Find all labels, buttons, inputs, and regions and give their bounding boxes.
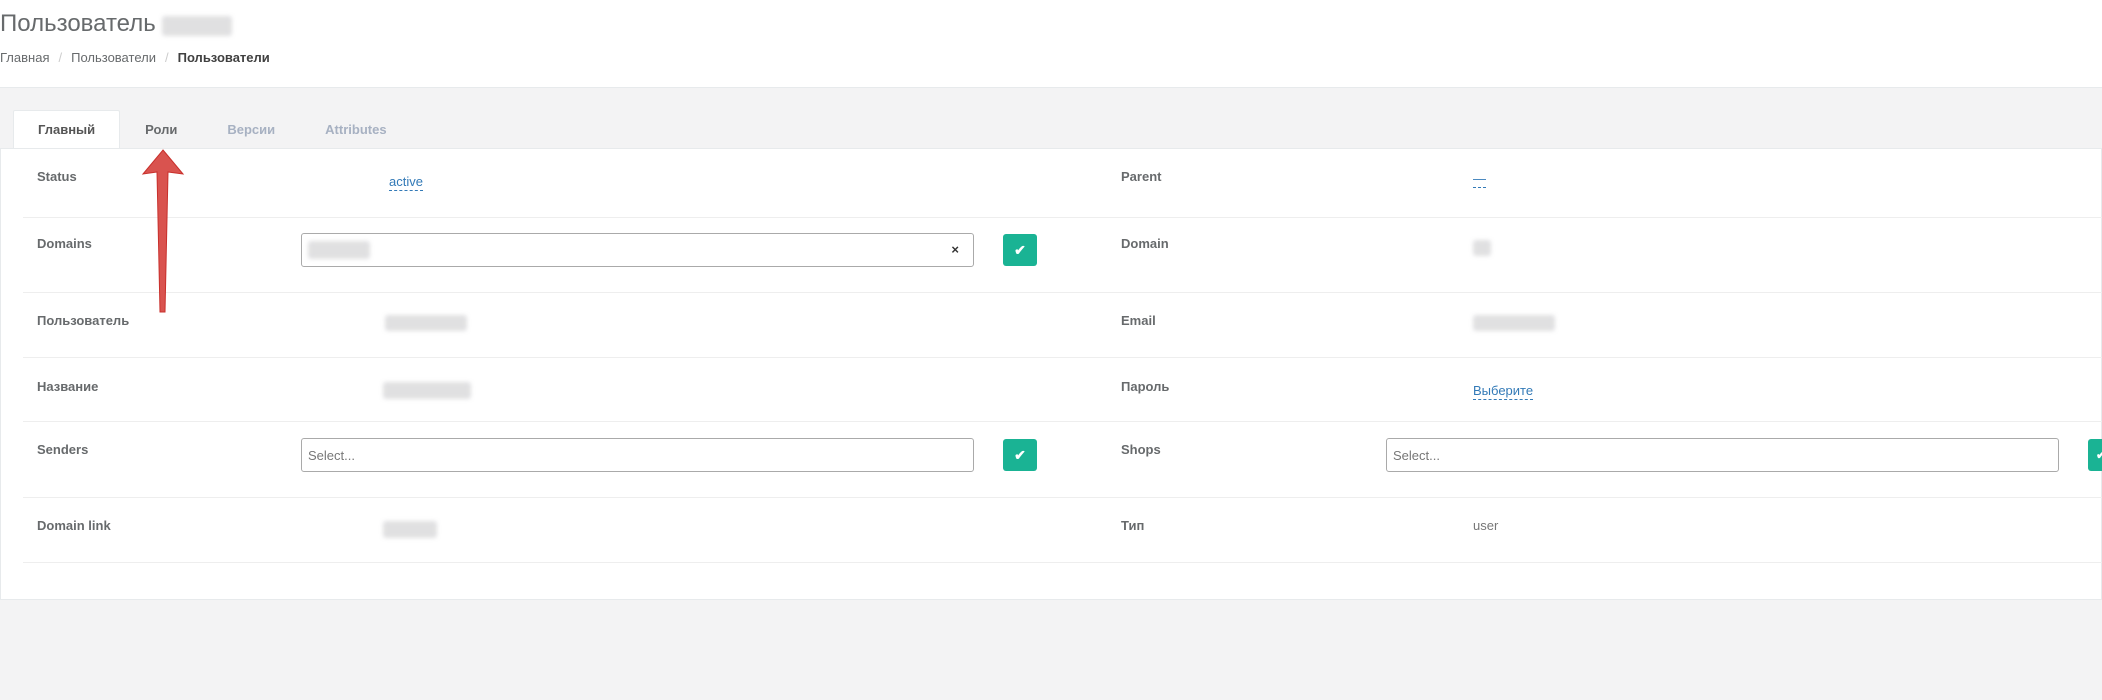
tab-versions[interactable]: Версии bbox=[202, 110, 300, 148]
tab-attributes[interactable]: Attributes bbox=[300, 110, 411, 148]
form-row-user: Пользователь Email bbox=[23, 293, 2102, 358]
status-label: Status bbox=[37, 169, 77, 184]
domains-select[interactable]: × bbox=[301, 233, 974, 267]
password-label: Пароль bbox=[1121, 379, 1170, 394]
redacted-domain-value bbox=[1473, 240, 1491, 256]
breadcrumb-users-link[interactable]: Пользователи bbox=[71, 50, 156, 65]
breadcrumb: Главная / Пользователи / Пользователи bbox=[0, 50, 270, 65]
form-row-name: Название Пароль Выберите bbox=[23, 358, 2102, 422]
senders-placeholder: Select... bbox=[308, 447, 355, 463]
tab-bar: Главный Роли Версии Attributes bbox=[13, 110, 412, 148]
shops-placeholder: Select... bbox=[1393, 447, 1440, 463]
form-row-domains: Domains × ✔ Domain bbox=[23, 218, 2102, 293]
domains-label: Domains bbox=[37, 236, 92, 251]
page-title: Пользователь bbox=[0, 10, 156, 37]
redacted-domain-chip bbox=[308, 241, 370, 259]
form-row-status: Status active Parent — bbox=[23, 149, 2102, 218]
password-select-link[interactable]: Выберите bbox=[1473, 383, 1534, 400]
type-label: Тип bbox=[1121, 518, 1145, 533]
tab-main[interactable]: Главный bbox=[13, 110, 121, 148]
domains-confirm-button[interactable]: ✔ bbox=[1003, 234, 1037, 266]
parent-label: Parent bbox=[1121, 169, 1162, 184]
check-icon: ✔ bbox=[2096, 448, 2102, 462]
breadcrumb-current: Пользователи bbox=[177, 50, 270, 65]
shops-label: Shops bbox=[1121, 442, 1161, 457]
status-value-link[interactable]: active bbox=[389, 174, 423, 191]
form-row-domain-link: Domain link Тип user bbox=[23, 498, 2102, 563]
senders-label: Senders bbox=[37, 442, 89, 457]
shops-select[interactable]: Select... bbox=[1386, 438, 2059, 472]
email-label: Email bbox=[1121, 313, 1156, 328]
senders-select[interactable]: Select... bbox=[301, 438, 974, 472]
form-row-senders: Senders Select... ✔ Shops Select... ✔ bbox=[23, 422, 2102, 498]
redacted-domain-link-value bbox=[383, 521, 437, 538]
check-icon: ✔ bbox=[1014, 241, 1026, 258]
breadcrumb-home-link[interactable]: Главная bbox=[0, 50, 49, 65]
redacted-name-value[interactable] bbox=[383, 382, 471, 399]
shops-confirm-button[interactable]: ✔ bbox=[2088, 439, 2102, 471]
parent-value-link[interactable]: — bbox=[1473, 171, 1486, 188]
check-icon: ✔ bbox=[1014, 446, 1026, 463]
redacted-email-value bbox=[1473, 315, 1555, 331]
redacted-username bbox=[162, 16, 232, 36]
type-value: user bbox=[1473, 518, 1499, 533]
breadcrumb-separator: / bbox=[58, 50, 63, 65]
senders-confirm-button[interactable]: ✔ bbox=[1003, 439, 1037, 471]
breadcrumb-separator: / bbox=[164, 50, 169, 65]
domain-label: Domain bbox=[1121, 236, 1169, 251]
annotation-arrow-icon bbox=[141, 149, 185, 313]
redacted-user-value[interactable] bbox=[385, 315, 467, 331]
name-label: Название bbox=[37, 379, 99, 394]
page-heading: Пользователь Главная / Пользователи / По… bbox=[0, 0, 2102, 88]
domain-link-label: Domain link bbox=[37, 518, 111, 533]
user-label: Пользователь bbox=[37, 313, 130, 328]
tab-roles[interactable]: Роли bbox=[120, 110, 202, 148]
clear-selection-icon[interactable]: × bbox=[951, 242, 959, 257]
user-form-panel: Status active Parent — Domains × ✔ Domai… bbox=[0, 148, 2102, 600]
